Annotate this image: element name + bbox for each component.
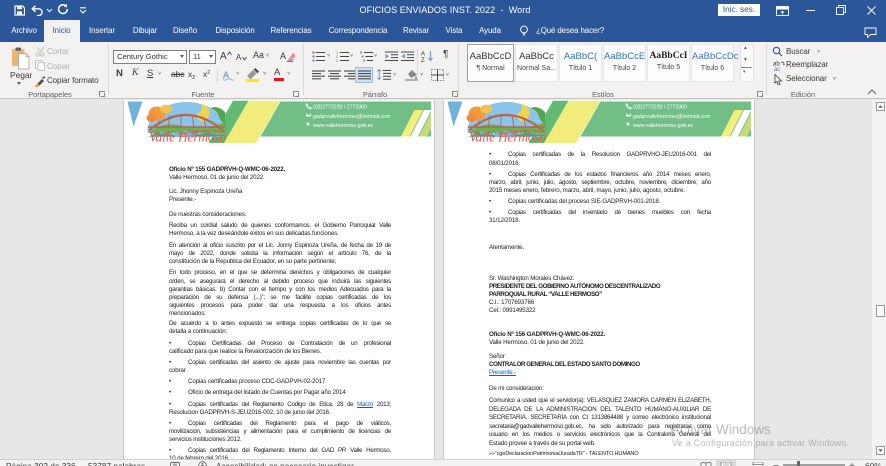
svg-text:GAD PARROQUIAL: GAD PARROQUIAL <box>188 129 226 134</box>
svg-text:A: A <box>421 52 425 58</box>
svg-text:gadprvallehermoso@hotmail.com: gadprvallehermoso@hotmail.com <box>313 114 390 120</box>
svg-text:ac: ac <box>774 67 780 71</box>
svg-text:gadprvallehermoso@hotmail.com: gadprvallehermoso@hotmail.com <box>633 114 710 120</box>
svg-text:(02)2773220 / 2773300: (02)2773220 / 2773300 <box>313 105 367 111</box>
svg-text:(02)2773220 / 2773300: (02)2773220 / 2773300 <box>633 105 687 111</box>
svg-text:www.vallehermoso.gob.ec: www.vallehermoso.gob.ec <box>313 123 374 129</box>
svg-text:www.vallehermoso.gob.ec: www.vallehermoso.gob.ec <box>633 123 694 129</box>
svg-text:Z: Z <box>421 58 425 62</box>
svg-text:3: 3 <box>336 58 339 62</box>
svg-text:GAD PARROQUIAL: GAD PARROQUIAL <box>508 129 546 134</box>
svg-text:A: A <box>280 51 286 61</box>
